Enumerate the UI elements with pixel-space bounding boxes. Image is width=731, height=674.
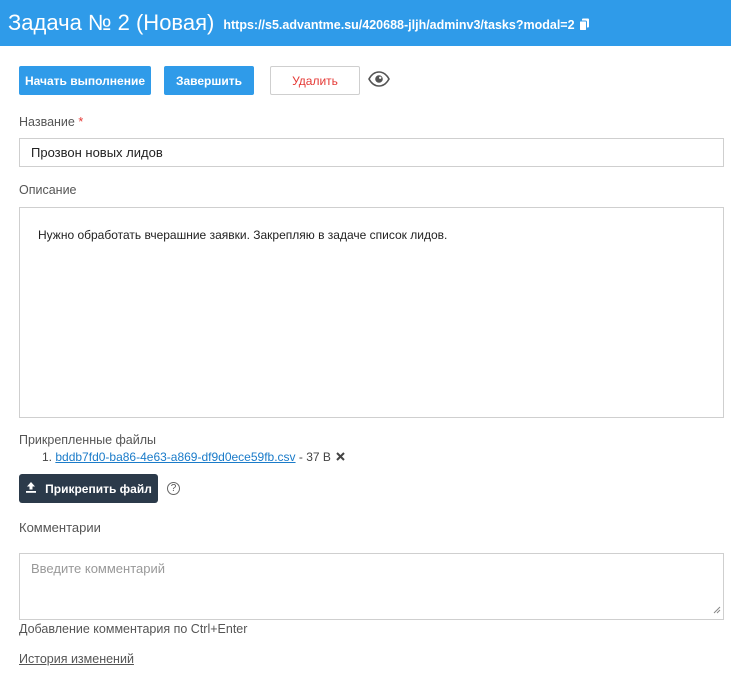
attach-file-label: Прикрепить файл: [45, 481, 152, 496]
comment-input[interactable]: Введите комментарий: [19, 553, 724, 620]
file-size: - 37 B: [298, 450, 331, 464]
modal-title: Задача № 2 (Новая): [8, 10, 215, 35]
name-input[interactable]: Прозвон новых лидов: [19, 138, 724, 167]
name-label: Название *: [19, 115, 83, 129]
file-list-item: 1. bddb7fd0-ba86-4e63-a869-df9d0ece59fb.…: [42, 450, 345, 464]
delete-button[interactable]: Удалить: [270, 66, 360, 95]
file-link[interactable]: bddb7fd0-ba86-4e63-a869-df9d0ece59fb.csv: [55, 450, 295, 464]
help-icon[interactable]: ?: [167, 482, 180, 495]
description-editor[interactable]: Нужно обработать вчерашние заявки. Закре…: [19, 207, 724, 418]
attach-file-button[interactable]: Прикрепить файл: [19, 474, 158, 503]
finish-button[interactable]: Завершить: [164, 66, 254, 95]
attached-files-label: Прикрепленные файлы: [19, 433, 157, 447]
description-text: Нужно обработать вчерашние заявки. Закре…: [38, 228, 448, 242]
upload-icon: [25, 481, 37, 496]
file-index: 1.: [42, 450, 53, 464]
copy-icon[interactable]: [578, 18, 590, 31]
comment-placeholder: Введите комментарий: [31, 561, 166, 576]
name-input-value: Прозвон новых лидов: [31, 145, 163, 160]
remove-file-icon[interactable]: [336, 450, 345, 464]
eye-icon[interactable]: [368, 71, 390, 92]
history-link[interactable]: История изменений: [19, 652, 134, 666]
description-label: Описание: [19, 183, 77, 197]
name-label-text: Название: [19, 115, 75, 129]
required-mark: *: [78, 115, 84, 129]
comment-hint: Добавление комментария по Ctrl+Enter: [19, 622, 248, 636]
modal-header: Задача № 2 (Новая) https://s5.advantme.s…: [0, 0, 731, 46]
start-button[interactable]: Начать выполнение: [19, 66, 151, 95]
task-url: https://s5.advantme.su/420688-jljh/admin…: [223, 17, 575, 32]
comments-label: Комментарии: [19, 520, 101, 535]
resize-handle-icon[interactable]: [713, 602, 721, 617]
